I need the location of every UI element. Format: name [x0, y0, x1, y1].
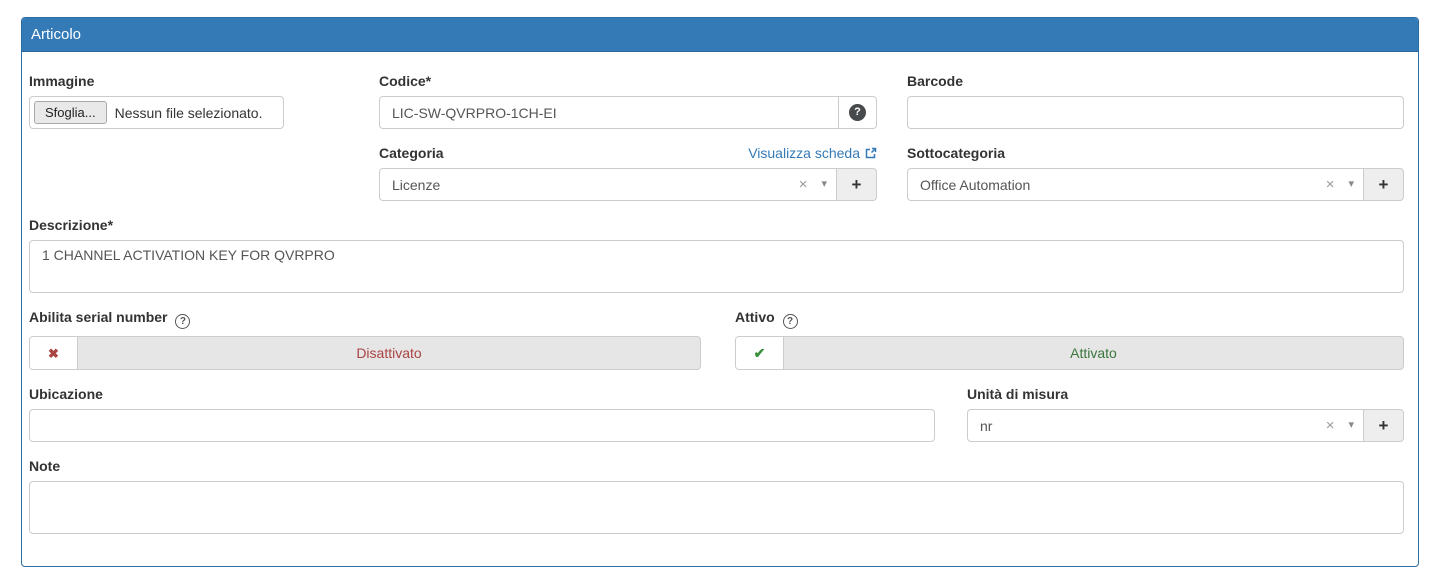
categoria-field-group: Categoria Visualizza scheda Licenze × [379, 145, 877, 201]
clear-icon[interactable]: × [799, 177, 808, 192]
note-field-group: Note [29, 458, 1404, 534]
caret-down-icon[interactable]: ▾ [821, 179, 827, 190]
ubicazione-label: Ubicazione [29, 386, 935, 402]
attivo-toggle[interactable]: ✔ Attivato [735, 336, 1404, 370]
row-ubicazione-unita: Ubicazione Unità di misura nr × ▾ + [29, 386, 1404, 442]
toggle-state-label: Attivato [1070, 345, 1117, 361]
plus-icon: + [1379, 416, 1389, 436]
immagine-file-input[interactable]: Sfoglia... Nessun file selezionato. [29, 96, 284, 129]
toggle-handle[interactable]: ✔ [736, 337, 784, 369]
note-textarea[interactable] [29, 481, 1404, 534]
caret-down-icon[interactable]: ▾ [1348, 179, 1354, 190]
barcode-label: Barcode [907, 73, 1404, 89]
codice-field-group: Codice* ? [379, 73, 877, 129]
descrizione-label: Descrizione* [29, 217, 1404, 233]
ubicazione-input[interactable] [29, 409, 935, 442]
toggle-track[interactable]: Disattivato [78, 337, 700, 369]
add-unita-misura-button[interactable]: + [1364, 409, 1404, 442]
plus-icon: + [1379, 175, 1389, 195]
barcode-field-group: Barcode [907, 73, 1404, 129]
spacer [29, 145, 379, 201]
visualizza-scheda-label: Visualizza scheda [748, 145, 860, 161]
question-circle-icon: ? [849, 104, 866, 121]
file-status-text: Nessun file selezionato. [115, 105, 263, 121]
visualizza-scheda-link[interactable]: Visualizza scheda [748, 145, 877, 161]
categoria-label: Categoria [379, 145, 444, 161]
question-circle-outline-icon: ? [175, 314, 190, 329]
attivo-field-group: Attivo ? ✔ Attivato [735, 309, 1404, 370]
unita-misura-selected-value: nr [980, 418, 1326, 434]
toggle-track[interactable]: Attivato [784, 337, 1403, 369]
add-sottocategoria-button[interactable]: + [1364, 168, 1404, 201]
external-link-icon [864, 147, 877, 160]
sottocategoria-selected-value: Office Automation [920, 177, 1326, 193]
unita-misura-label: Unità di misura [967, 386, 1404, 402]
descrizione-textarea[interactable]: 1 CHANNEL ACTIVATION KEY FOR QVRPRO [29, 240, 1404, 293]
row-toggles: Abilita serial number ? ✖ Disattivato At… [29, 309, 1404, 370]
immagine-label: Immagine [29, 73, 379, 89]
unita-misura-field-group: Unità di misura nr × ▾ + [967, 386, 1404, 442]
sottocategoria-label: Sottocategoria [907, 145, 1404, 161]
add-categoria-button[interactable]: + [837, 168, 877, 201]
abilita-serial-label: Abilita serial number ? [29, 309, 701, 329]
immagine-field-group: Immagine Sfoglia... Nessun file selezion… [29, 73, 379, 129]
panel-body: Immagine Sfoglia... Nessun file selezion… [22, 52, 1418, 534]
question-circle-outline-icon: ? [783, 314, 798, 329]
x-mark-icon: ✖ [48, 347, 59, 360]
abilita-serial-field-group: Abilita serial number ? ✖ Disattivato [29, 309, 701, 370]
toggle-handle[interactable]: ✖ [30, 337, 78, 369]
check-mark-icon: ✔ [754, 346, 766, 360]
categoria-select[interactable]: Licenze × ▾ [379, 168, 837, 201]
row-categoria-sottocategoria: Categoria Visualizza scheda Licenze × [29, 145, 1404, 201]
sottocategoria-field-group: Sottocategoria Office Automation × ▾ + [907, 145, 1404, 201]
plus-icon: + [852, 175, 862, 195]
row-immagine-codice-barcode: Immagine Sfoglia... Nessun file selezion… [29, 73, 1404, 129]
barcode-input[interactable] [907, 96, 1404, 129]
panel-header: Articolo [22, 18, 1418, 52]
codice-help-addon[interactable]: ? [839, 96, 877, 129]
ubicazione-field-group: Ubicazione [29, 386, 935, 442]
browse-button[interactable]: Sfoglia... [34, 101, 107, 124]
attivo-label: Attivo ? [735, 309, 1404, 329]
codice-input[interactable] [379, 96, 839, 129]
abilita-serial-toggle[interactable]: ✖ Disattivato [29, 336, 701, 370]
panel-title: Articolo [31, 26, 81, 43]
categoria-selected-value: Licenze [392, 177, 799, 193]
clear-icon[interactable]: × [1326, 418, 1335, 433]
codice-label: Codice* [379, 73, 877, 89]
note-label: Note [29, 458, 1404, 474]
descrizione-field-group: Descrizione* 1 CHANNEL ACTIVATION KEY FO… [29, 217, 1404, 293]
caret-down-icon[interactable]: ▾ [1348, 420, 1354, 431]
clear-icon[interactable]: × [1326, 177, 1335, 192]
toggle-state-label: Disattivato [356, 345, 421, 361]
articolo-panel: Articolo Immagine Sfoglia... Nessun file… [21, 17, 1419, 567]
sottocategoria-select[interactable]: Office Automation × ▾ [907, 168, 1364, 201]
unita-misura-select[interactable]: nr × ▾ [967, 409, 1364, 442]
